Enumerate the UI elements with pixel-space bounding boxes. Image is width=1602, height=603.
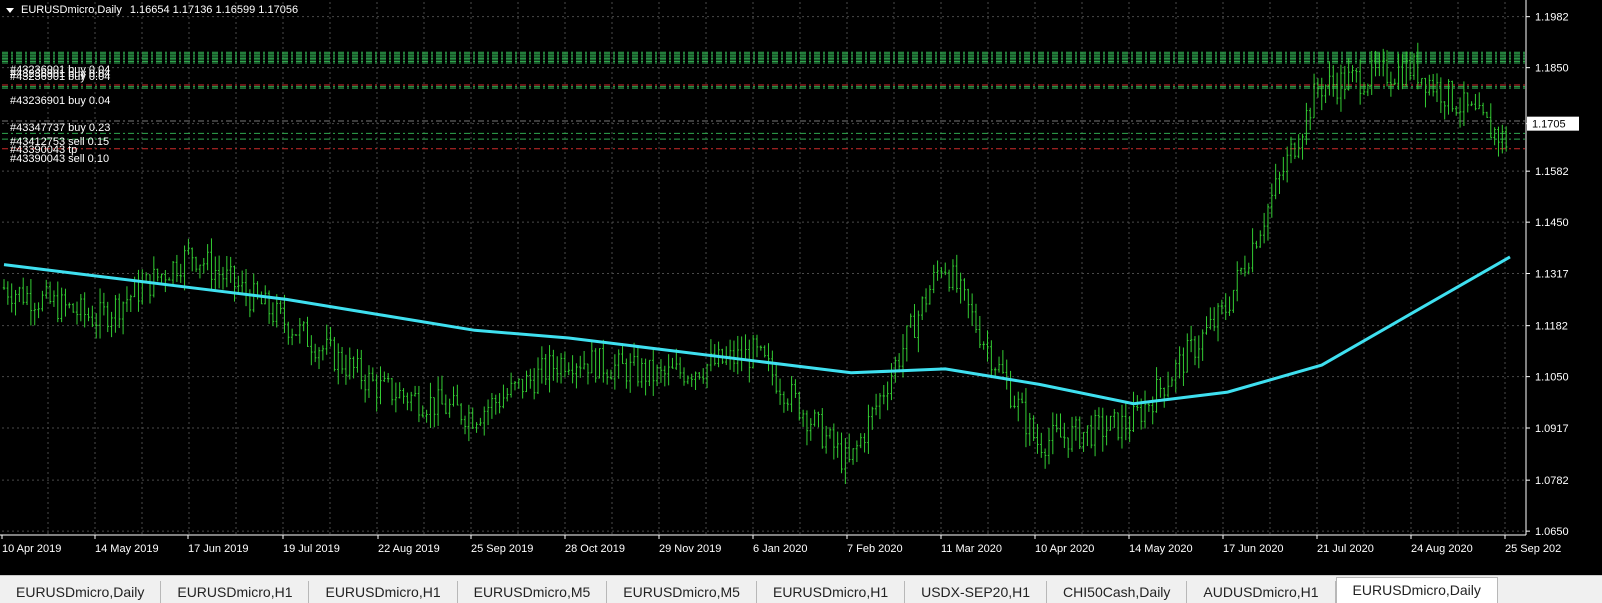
- tab-5[interactable]: EURUSDmicro,H1: [756, 581, 906, 603]
- tab-1[interactable]: EURUSDmicro,H1: [161, 581, 310, 603]
- time-tick-label: 22 Aug 2019: [378, 543, 440, 555]
- tab-7[interactable]: CHI50Cash,Daily: [1047, 581, 1188, 603]
- price-tick-label: 1.1450: [1535, 217, 1569, 229]
- time-tick-label: 24 Aug 2020: [1411, 543, 1473, 555]
- time-tick-label: 21 Jul 2020: [1317, 543, 1374, 555]
- time-tick-label: 10 Apr 2019: [2, 543, 61, 555]
- price-tick-label: 1.0650: [1535, 526, 1569, 538]
- time-tick-label: 14 May 2020: [1129, 543, 1193, 555]
- tab-8[interactable]: AUDUSDmicro,H1: [1187, 581, 1336, 603]
- time-tick-label: 25 Sep 202: [1505, 543, 1561, 555]
- time-tick-label: 29 Nov 2019: [659, 543, 721, 555]
- price-tick-label: 1.0917: [1535, 423, 1569, 435]
- tab-9[interactable]: EURUSDmicro,Daily: [1335, 577, 1498, 603]
- time-tick-label: 19 Jul 2019: [283, 543, 340, 555]
- order-label: #43236901 buy 0.04: [10, 71, 110, 83]
- price-tick-label: 1.1582: [1535, 166, 1569, 178]
- moving-average-line: [3, 255, 1511, 406]
- price-tick-label: 1.1050: [1535, 372, 1569, 384]
- price-tick-label: 1.1850: [1535, 63, 1569, 75]
- current-price-label: 1.1705: [1532, 119, 1566, 131]
- time-tick-label: 17 Jun 2019: [188, 543, 249, 555]
- tab-6[interactable]: USDX-SEP20,H1: [905, 581, 1048, 603]
- time-tick-label: 7 Feb 2020: [847, 543, 903, 555]
- price-tick-label: 1.1182: [1535, 321, 1568, 333]
- tab-0[interactable]: EURUSDmicro,Daily: [0, 581, 162, 603]
- time-tick-label: 11 Mar 2020: [941, 543, 1002, 555]
- price-tick-label: 1.1982: [1535, 12, 1569, 24]
- tab-3[interactable]: EURUSDmicro,M5: [457, 581, 608, 603]
- time-tick-label: 17 Jun 2020: [1223, 543, 1284, 555]
- price-tick-label: 1.0782: [1535, 475, 1569, 487]
- dropdown-triangle-icon[interactable]: [6, 7, 14, 13]
- price-chart[interactable]: 1.1982 1.1850 1.1705 1.1582 1.1450 1.1317 1.11…: [0, 0, 1602, 575]
- order-label: #43390043 sell 0.10: [10, 153, 109, 165]
- order-label: #43347737 buy 0.23: [10, 122, 110, 134]
- ohlc-values: 1.16654 1.17136 1.16599 1.17056: [129, 4, 299, 16]
- time-tick-label: 14 May 2019: [95, 543, 159, 555]
- tab-2[interactable]: EURUSDmicro,H1: [309, 581, 458, 603]
- chart-header: EURUSDmicro,Daily 1.16654 1.17136 1.1659…: [6, 4, 298, 16]
- chart-tabs: EURUSDmicro,Daily EURUSDmicro,H1 EURUSDmic…: [0, 575, 1602, 603]
- order-label: #43236901 buy 0.04: [10, 95, 110, 107]
- time-tick-label: 10 Apr 2020: [1035, 543, 1094, 555]
- chart-canvas[interactable]: 1.1982 1.1850 1.1705 1.1582 1.1450 1.1317 1.11…: [0, 0, 1602, 575]
- time-tick-label: 28 Oct 2019: [565, 543, 625, 555]
- time-tick-label: 25 Sep 2019: [471, 543, 533, 555]
- time-tick-label: 6 Jan 2020: [753, 543, 807, 555]
- symbol-label: EURUSDmicro,Daily: [21, 4, 122, 16]
- tab-4[interactable]: EURUSDmicro,M5: [607, 581, 757, 603]
- price-tick-label: 1.1317: [1535, 269, 1569, 281]
